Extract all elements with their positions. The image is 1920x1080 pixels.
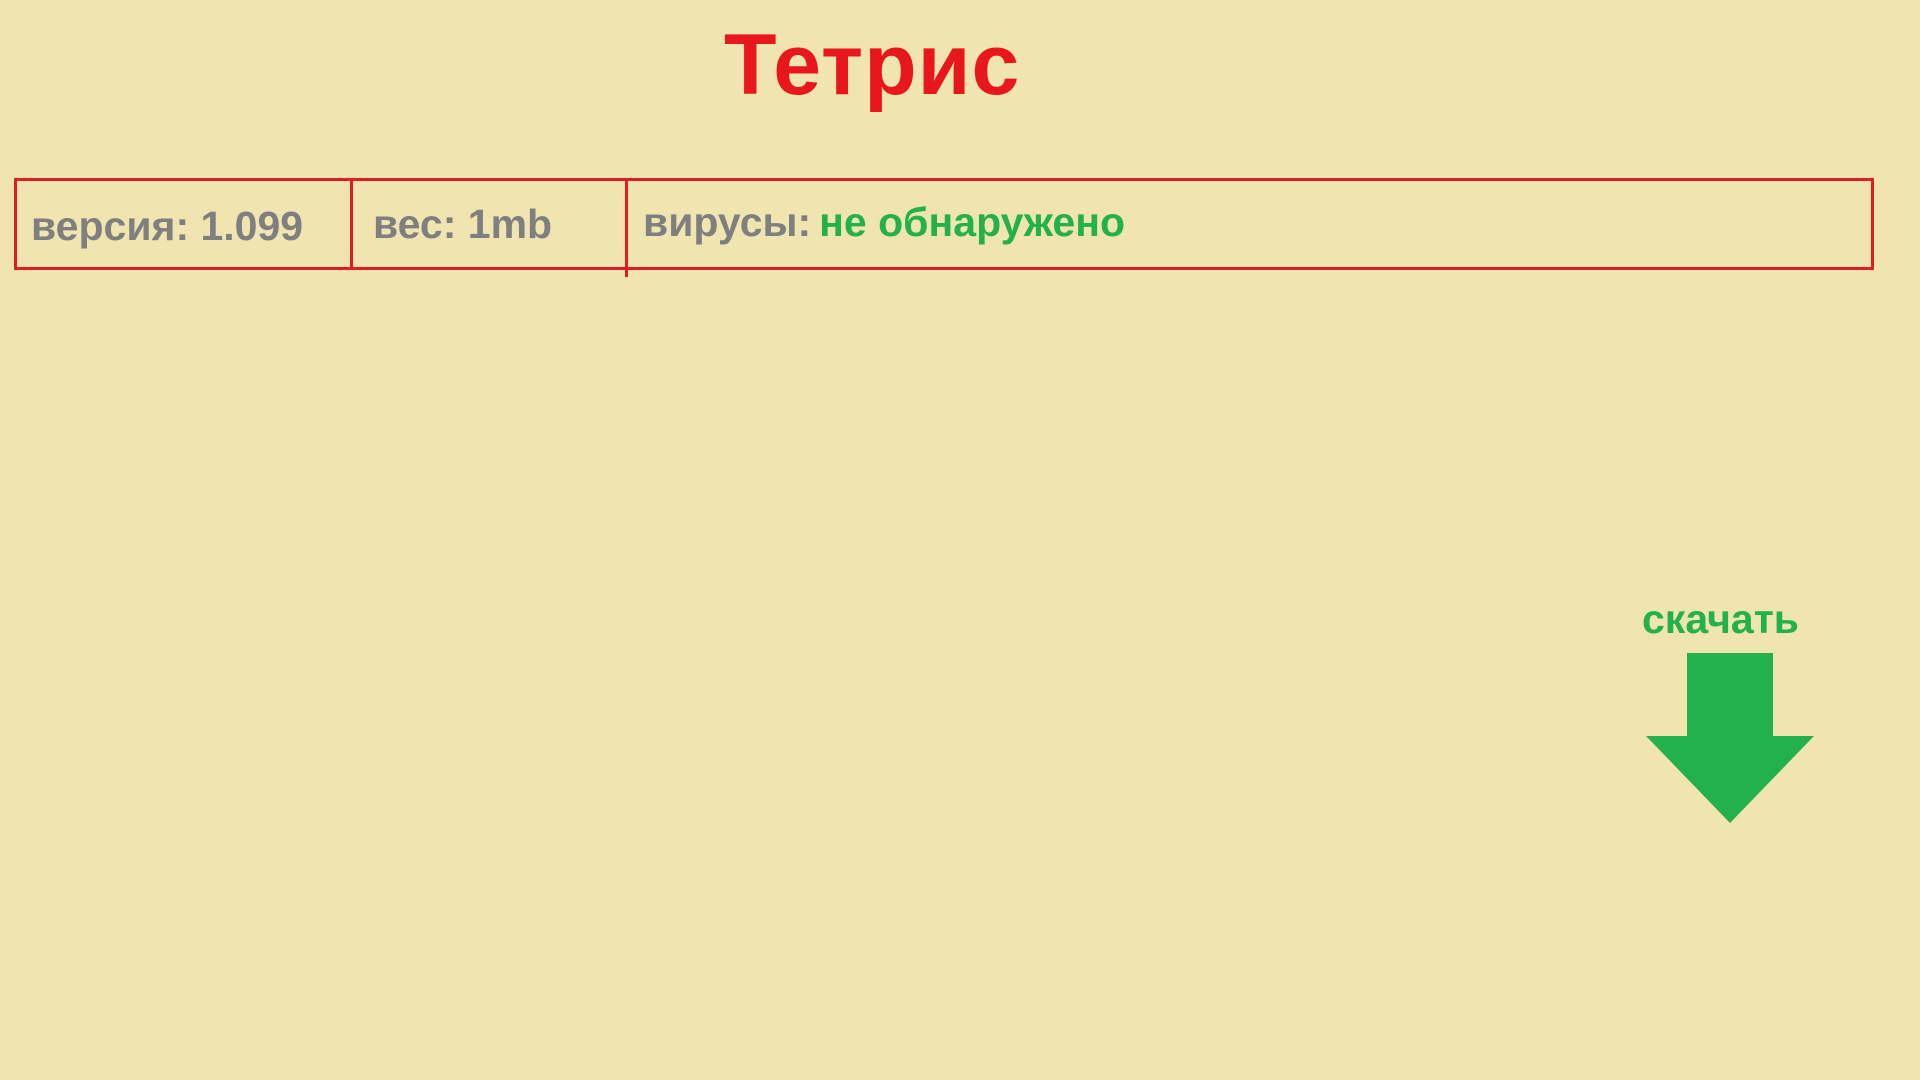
version-text: версия: 1.099 [31,202,304,249]
download-arrow-icon[interactable] [1646,653,1814,825]
weight-cell: вес: 1mb [353,181,628,277]
version-cell: версия: 1.099 [17,181,353,267]
page-title: Тетрис [724,17,1021,113]
viruses-status: не обнаружено [819,198,1126,245]
info-bar: версия: 1.099 вес: 1mb вирусы: не обнару… [14,178,1874,277]
download-button[interactable]: скачать [1640,596,1815,825]
viruses-label: вирусы: [643,198,812,245]
viruses-cell: вирусы: не обнаружено [628,181,1871,267]
download-label[interactable]: скачать [1626,596,1815,643]
weight-text: вес: 1mb [373,200,553,247]
